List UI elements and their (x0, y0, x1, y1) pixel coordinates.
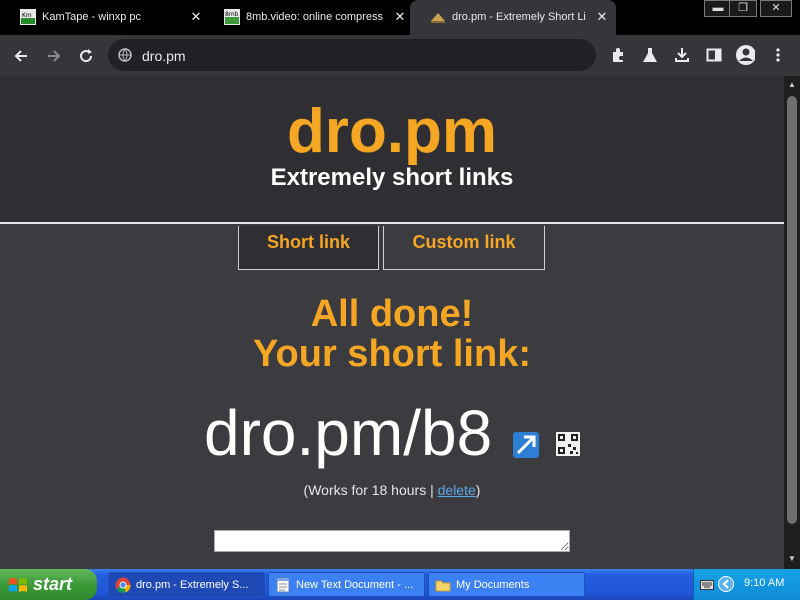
tab-dropm[interactable]: dro.pm - Extremely Short Li ✕ (410, 0, 616, 35)
taskbar: start dro.pm - Extremely S... New Text D… (0, 569, 800, 600)
expiry-text: (Works for 18 hours | (303, 482, 438, 498)
keyboard-icon[interactable] (700, 578, 714, 596)
minimize-button[interactable]: ▬ (704, 0, 732, 17)
done-line: All done! (310, 293, 474, 335)
clock: 9:10 AM (744, 577, 785, 589)
task-title: dro.pm - Extremely S... (136, 579, 249, 591)
short-link-value[interactable]: dro.pm/b8 (204, 398, 492, 468)
close-icon[interactable]: ✕ (594, 9, 610, 25)
tab-8mb[interactable]: 8mb 8mb.video: online compress ✕ (204, 0, 414, 35)
tab-title: 8mb.video: online compress (246, 11, 383, 23)
svg-text:8mb: 8mb (225, 11, 239, 18)
system-tray: 9:10 AM (693, 569, 800, 600)
dropm-icon (430, 9, 446, 25)
reload-button[interactable] (73, 43, 99, 69)
windows-flag-icon (8, 575, 28, 595)
site-header: dro.pm Extremely short links (0, 76, 784, 224)
tab-title: dro.pm - Extremely Short Li (452, 11, 586, 23)
menu-kebab-icon[interactable] (768, 45, 788, 65)
scroll-up-icon[interactable]: ▲ (787, 80, 797, 90)
forward-button[interactable] (41, 43, 67, 69)
link-textarea[interactable] (214, 530, 570, 552)
task-title: My Documents (456, 579, 530, 591)
start-button[interactable]: start (0, 569, 97, 600)
open-external-icon[interactable] (513, 432, 539, 458)
task-notepad[interactable]: New Text Document - ... (268, 572, 425, 597)
labs-flask-icon[interactable] (640, 45, 660, 65)
globe-icon (118, 48, 132, 67)
back-arrow-icon (14, 50, 27, 62)
tab-short-link[interactable]: Short link (238, 226, 379, 270)
forward-arrow-icon (48, 50, 61, 62)
notepad-icon (275, 577, 291, 593)
result-heading: All done! Your short link: (0, 294, 784, 374)
page-scrollbar[interactable]: ▲ ▼ (784, 76, 800, 569)
browser-toolbar: dro.pm (0, 35, 800, 76)
tab-custom-link[interactable]: Custom link (383, 226, 545, 270)
address-text: dro.pm (142, 48, 186, 64)
reload-icon (80, 49, 93, 63)
window-close-button[interactable]: ✕ (760, 0, 792, 17)
kamtape-icon: Km (20, 9, 36, 25)
task-my-documents[interactable]: My Documents (428, 572, 585, 597)
close-icon[interactable]: ✕ (188, 9, 204, 25)
browser-tab-strip: Km KamTape - winxp pc ✕ 8mb 8mb.video: o… (0, 0, 800, 35)
expiry-note: (Works for 18 hours | delete) (0, 482, 784, 498)
address-bar[interactable]: dro.pm (108, 39, 596, 71)
side-panel-icon[interactable] (704, 45, 724, 65)
tab-kamtape[interactable]: Km KamTape - winxp pc ✕ (0, 0, 210, 35)
download-icon[interactable] (672, 45, 692, 65)
expiry-close: ) (475, 482, 481, 498)
scroll-down-icon[interactable]: ▼ (787, 554, 797, 564)
start-label: start (33, 574, 73, 594)
8mb-icon: 8mb (224, 9, 240, 25)
scroll-thumb[interactable] (787, 96, 797, 524)
delete-link[interactable]: delete (438, 482, 476, 498)
short-link-label: Your short link: (253, 333, 531, 375)
chrome-icon (115, 577, 131, 593)
task-chrome[interactable]: dro.pm - Extremely S... (108, 572, 265, 597)
close-icon[interactable]: ✕ (392, 9, 408, 25)
qr-code-icon[interactable] (556, 432, 580, 456)
site-tagline: Extremely short links (270, 164, 514, 191)
site-logo[interactable]: dro.pm (0, 96, 784, 167)
profile-avatar-icon[interactable] (735, 45, 755, 65)
tab-title: KamTape - winxp pc (42, 11, 142, 23)
tray-expand-icon[interactable] (718, 576, 734, 597)
folder-icon (435, 577, 451, 593)
extensions-icon[interactable] (608, 45, 628, 65)
task-title: New Text Document - ... (296, 579, 414, 591)
restore-button[interactable]: ❐ (729, 0, 757, 17)
back-button[interactable] (8, 43, 34, 69)
svg-text:Km: Km (22, 12, 32, 19)
page-viewport: dro.pm Extremely short links Short link … (0, 76, 784, 569)
